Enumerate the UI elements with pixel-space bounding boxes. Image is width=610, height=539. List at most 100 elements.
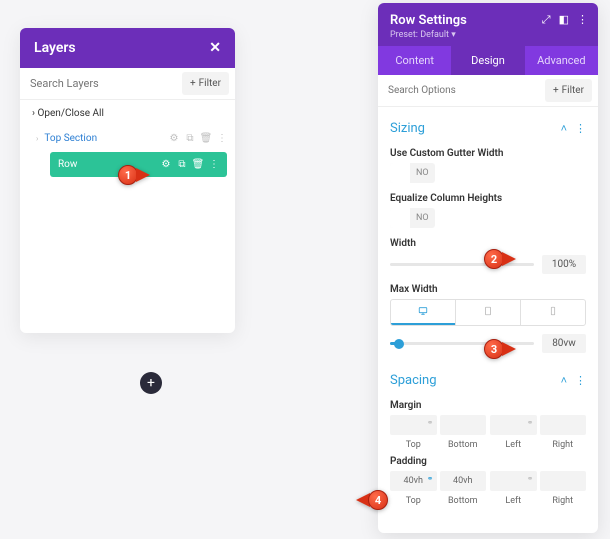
callout-number: 1 [118,165,138,185]
callout-2: 2 [484,249,516,269]
trash-icon[interactable]: 🗑 [201,134,211,144]
margin-label: Margin [390,400,586,411]
link-icon[interactable]: ⚭ [427,418,434,427]
margin-right-input[interactable] [540,415,587,435]
max-width-label: Max Width [390,284,586,295]
collapse-icon[interactable]: ˄ [561,122,567,135]
width-value-input[interactable]: 100% [542,255,586,274]
section-sizing-header[interactable]: Sizing ˄ ⋮ [390,111,586,142]
device-desktop-tab[interactable] [391,300,455,325]
chevron-down-icon: ▾ [451,30,456,40]
link-icon[interactable]: ⚭ [427,474,434,483]
close-icon[interactable]: ✕ [209,40,221,56]
layers-search-row: + Filter [20,68,235,100]
phone-icon [548,306,558,316]
more-icon[interactable]: ⋮ [217,134,227,144]
search-layers-input[interactable] [20,68,182,99]
margin-left-input[interactable]: ⚭ [490,415,537,435]
callout-number: 4 [368,490,388,510]
padding-bottom-input[interactable]: 40vh [440,471,487,491]
equalize-label: Equalize Column Heights [390,193,586,204]
duplicate-icon[interactable]: ⧉ [185,134,195,144]
filter-label: Filter [199,78,221,89]
plus-icon: + [190,78,196,89]
section-spacing-header[interactable]: Spacing ˄ ⋮ [390,363,586,394]
settings-search-row: + Filter [378,75,598,107]
settings-tabs: Content Design Advanced [378,46,598,75]
callout-number: 3 [484,339,504,359]
tab-content[interactable]: Content [378,46,451,75]
more-icon[interactable]: ⋮ [209,160,219,170]
tab-advanced[interactable]: Advanced [525,46,598,75]
more-icon[interactable]: ⋮ [575,122,586,135]
device-phone-tab[interactable] [520,300,585,325]
margin-bottom-input[interactable] [440,415,487,435]
arrow-icon [502,342,516,356]
layers-title: Layers [34,40,76,56]
equalize-toggle[interactable]: NO [390,208,435,228]
section-controls: ˄ ⋮ [561,122,586,135]
expand-icon[interactable]: ⤢ [542,13,551,27]
layers-header: Layers ✕ [20,28,235,68]
arrow-icon [136,168,150,182]
callout-1: 1 [118,165,150,185]
side-bottom: Bottom [440,437,487,450]
duplicate-icon[interactable]: ⧉ [177,160,187,170]
gear-icon[interactable]: ⚙ [161,160,171,170]
layer-top-section[interactable]: › Top Section ⚙ ⧉ 🗑 ⋮ [20,127,235,150]
side-top: Top [390,437,437,450]
desktop-icon [418,306,428,316]
arrow-icon [502,252,516,266]
tab-design[interactable]: Design [451,46,524,75]
toggle-knob [390,208,410,228]
top-section-actions: ⚙ ⧉ 🗑 ⋮ [169,134,227,144]
device-tabs [390,299,586,326]
toggle-value: NO [410,168,435,178]
open-close-all-toggle[interactable]: › Open/Close All [20,100,235,127]
header-icons: ⤢ ◧ ⋮ [542,13,588,27]
more-icon[interactable]: ⋮ [575,374,586,387]
device-tablet-tab[interactable] [455,300,520,325]
callout-number: 2 [484,249,504,269]
custom-gutter-label: Use Custom Gutter Width [390,148,586,159]
side-left: Left [490,437,537,450]
link-icon[interactable]: ⚭ [527,418,534,427]
top-section-label: Top Section [44,133,97,144]
search-options-input[interactable] [378,75,545,106]
section-controls: ˄ ⋮ [561,374,586,387]
padding-side-labels: Top Bottom Left Right [390,493,586,506]
trash-icon[interactable]: 🗑 [193,160,203,170]
margin-inputs: ⚭ ⚭ [390,415,586,435]
gear-icon[interactable]: ⚙ [169,134,179,144]
collapse-icon[interactable]: ˄ [561,374,567,387]
link-icon[interactable]: ⚭ [527,474,534,483]
padding-right-input[interactable] [540,471,587,491]
filter-button[interactable]: + Filter [545,79,592,102]
more-icon[interactable]: ⋮ [577,13,588,27]
spacing-title: Spacing [390,373,437,388]
chevron-right-icon: › [36,134,38,143]
plus-icon: + [553,85,559,96]
padding-left-input[interactable]: ⚭ [490,471,537,491]
add-button[interactable]: + [140,372,162,394]
open-close-all-label: Open/Close All [38,108,104,119]
custom-gutter-toggle[interactable]: NO [390,163,435,183]
margin-top-input[interactable]: ⚭ [390,415,437,435]
sizing-title: Sizing [390,121,425,136]
max-width-value-input[interactable]: 80vw [542,334,586,353]
side-right: Right [540,437,587,450]
row-label: Row [58,159,77,170]
margin-side-labels: Top Bottom Left Right [390,437,586,450]
side-top: Top [390,493,437,506]
snap-icon[interactable]: ◧ [559,13,569,27]
toggle-knob [390,163,410,183]
filter-button[interactable]: + Filter [182,72,229,95]
preset-label[interactable]: Preset: Default ▾ [390,30,586,40]
settings-body: Sizing ˄ ⋮ Use Custom Gutter Width NO Eq… [378,107,598,533]
width-label: Width [390,238,586,249]
side-right: Right [540,493,587,506]
settings-header: Row Settings Preset: Default ▾ ⤢ ◧ ⋮ [378,3,598,46]
callout-4: 4 [356,490,388,510]
padding-top-input[interactable]: 40vh⚭ [390,471,437,491]
side-left: Left [490,493,537,506]
